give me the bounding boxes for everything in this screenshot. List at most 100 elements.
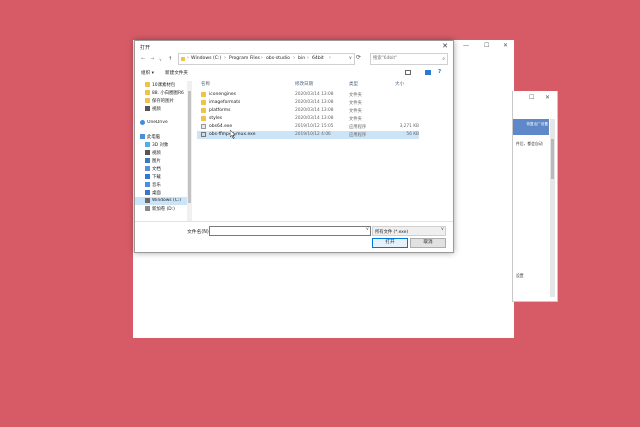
folder-icon — [201, 108, 206, 113]
recent-dropdown-icon[interactable]: ∨ — [159, 57, 162, 62]
refresh-icon[interactable]: ⟳ — [356, 54, 361, 61]
chevron-down-icon[interactable]: ∨ — [349, 56, 352, 61]
close-icon[interactable]: ✕ — [442, 42, 448, 50]
breadcrumb-program-files[interactable]: Program Files — [229, 56, 260, 61]
info-text: 件后，都会自动 — [516, 141, 543, 146]
preview-pane-icon[interactable] — [425, 70, 431, 75]
help-icon[interactable]: ? — [438, 69, 441, 75]
filename-label: 文件名(N): — [187, 230, 211, 235]
settings-window: ☐ ✕ 恢复出厂设置 件后，都会自动 设置 — [512, 91, 558, 302]
folder-icon — [201, 92, 206, 97]
drive-icon — [145, 206, 150, 211]
folder-icon — [201, 116, 206, 121]
download-icon — [145, 174, 150, 179]
open-file-dialog: 打开 ✕ ← → ∨ ↑ › Windows (C:) › Program Fi… — [134, 40, 454, 253]
reset-banner[interactable]: 恢复出厂设置 — [513, 119, 549, 135]
document-icon — [145, 166, 150, 171]
nav-item-music[interactable]: 音乐 — [135, 181, 187, 189]
video-icon — [145, 106, 150, 111]
breadcrumb-separator: › — [307, 55, 309, 61]
open-button[interactable]: 打开 — [372, 238, 408, 248]
folder-icon — [201, 100, 206, 105]
file-row[interactable]: imageformats 2020/03/14 13:08 文件夹 — [197, 99, 419, 107]
organize-button[interactable]: 组织 ▾ — [141, 70, 154, 76]
info-text: 设置 — [516, 273, 524, 278]
minimize-icon[interactable]: — — [463, 42, 469, 49]
video-icon — [145, 150, 150, 155]
column-header-type[interactable]: 类型 — [349, 81, 358, 87]
scrollbar[interactable] — [550, 119, 555, 297]
breadcrumb-obs-studio[interactable]: obs-studio — [266, 56, 290, 61]
close-icon[interactable]: ✕ — [503, 42, 508, 49]
maximize-icon[interactable]: ☐ — [529, 94, 534, 101]
column-header-date[interactable]: 修改日期 — [295, 81, 313, 87]
drive-icon — [145, 198, 150, 203]
toolbar: 组织 ▾ 新建文件夹 ? — [135, 68, 453, 79]
search-icon: ⌕ — [442, 55, 445, 62]
search-input[interactable] — [373, 54, 435, 63]
breadcrumb-separator: › — [293, 55, 295, 61]
file-row[interactable]: styles 2020/03/14 13:08 文件夹 — [197, 115, 419, 123]
nav-item-3d-objects[interactable]: 3D 对象 — [135, 141, 187, 149]
application-icon — [201, 124, 206, 129]
nav-scrollbar[interactable] — [187, 81, 192, 221]
nav-item-pictures[interactable]: 图片 — [135, 157, 187, 165]
file-type-filter[interactable]: 所有文件 (*.exe) ∨ — [372, 226, 446, 236]
nav-item-volume-d[interactable]: 新加卷 (D:) — [135, 205, 187, 213]
maximize-icon[interactable]: ☐ — [484, 42, 489, 49]
computer-icon — [140, 134, 145, 139]
cancel-button[interactable]: 取消 — [410, 238, 446, 248]
folder-icon — [145, 90, 150, 95]
folder-icon — [145, 98, 150, 103]
column-header-size[interactable]: 大小 — [395, 81, 404, 87]
breadcrumb-separator: › — [224, 55, 226, 61]
nav-item-this-pc[interactable]: 此电脑 — [135, 133, 187, 141]
scrollbar-thumb[interactable] — [551, 139, 554, 179]
nav-item-onedrive[interactable]: OneDrive — [135, 119, 187, 127]
filter-value: 所有文件 (*.exe) — [375, 229, 409, 235]
breadcrumb-64bit[interactable]: 64bit — [312, 56, 324, 61]
view-options-icon[interactable] — [405, 70, 411, 75]
file-row[interactable]: iconengines 2020/03/14 13:08 文件夹 — [197, 91, 419, 99]
nav-item-quick-folder[interactable]: 88. 小白圈图R6 — [135, 89, 187, 97]
dialog-title: 打开 — [140, 45, 151, 51]
cube-icon — [145, 142, 150, 147]
nav-item-downloads[interactable]: 下载 — [135, 173, 187, 181]
nav-item-videos-quick[interactable]: 视频 — [135, 105, 187, 113]
application-icon — [201, 132, 206, 137]
nav-item-saved-pictures[interactable]: 保存的图片 — [135, 97, 187, 105]
address-bar[interactable]: › Windows (C:) › Program Files › obs-stu… — [178, 53, 355, 65]
folder-icon — [145, 82, 150, 87]
back-icon[interactable]: ← — [141, 56, 145, 62]
breadcrumb-bin[interactable]: bin — [298, 56, 305, 61]
close-icon[interactable]: ✕ — [545, 94, 550, 101]
up-icon[interactable]: ↑ — [168, 56, 172, 62]
chevron-down-icon[interactable]: ∨ — [441, 227, 444, 232]
file-list: 名称 修改日期 类型 大小 iconengines 2020/03/14 13:0… — [197, 81, 452, 221]
nav-item-windows-c[interactable]: Windows (C:) — [135, 197, 187, 205]
nav-item-documents[interactable]: 文档 — [135, 165, 187, 173]
chevron-down-icon[interactable]: ∨ — [366, 227, 369, 232]
new-folder-button[interactable]: 新建文件夹 — [165, 70, 188, 76]
divider — [135, 221, 453, 222]
scrollbar-thumb[interactable] — [188, 91, 191, 203]
breadcrumb-separator: › — [261, 55, 263, 61]
nav-item-quick-folder[interactable]: 10课素材包 — [135, 81, 187, 89]
music-icon — [145, 182, 150, 187]
breadcrumb-drive[interactable]: Windows (C:) — [191, 56, 221, 61]
filename-input[interactable]: ∨ — [209, 226, 371, 236]
folder-icon — [181, 56, 185, 61]
nav-item-videos[interactable]: 视频 — [135, 149, 187, 157]
image-icon — [145, 158, 150, 163]
breadcrumb-separator: › — [187, 55, 189, 61]
desktop-icon — [145, 190, 150, 195]
search-box[interactable]: ⌕ — [370, 53, 448, 65]
breadcrumb-separator: › — [329, 55, 331, 61]
file-row[interactable]: platforms 2020/03/14 13:08 文件夹 — [197, 107, 419, 115]
cloud-icon — [140, 120, 145, 125]
forward-icon[interactable]: → — [150, 56, 154, 62]
navigation-pane: 10课素材包 88. 小白圈图R6 保存的图片 视频 OneDrive 此电脑 … — [135, 81, 192, 221]
nav-item-desktop[interactable]: 桌面 — [135, 189, 187, 197]
column-header-name[interactable]: 名称 — [201, 81, 210, 87]
cursor-icon — [230, 130, 236, 139]
